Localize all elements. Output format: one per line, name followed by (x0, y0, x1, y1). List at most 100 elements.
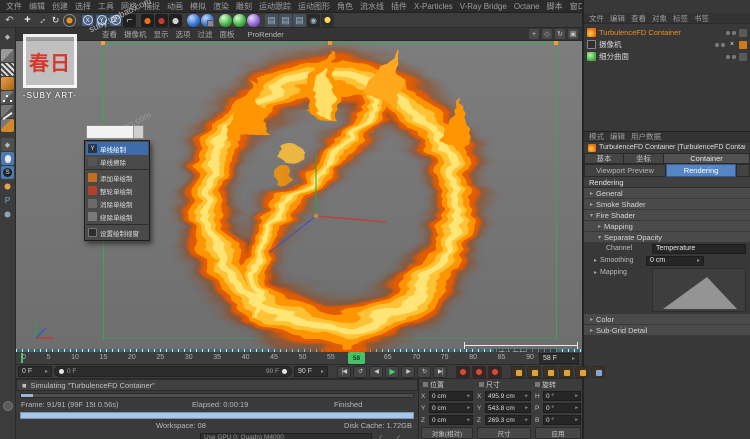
apply-button[interactable]: 应用 (535, 427, 581, 439)
popup-item-5[interactable]: 绕除单绘制 (86, 210, 148, 223)
popup-search-field[interactable] (86, 125, 144, 139)
axis-gizmo[interactable] (264, 148, 394, 258)
subtab-viewport-preview[interactable]: Viewport Preview (584, 164, 666, 177)
menu-window[interactable]: 窗口 (570, 1, 582, 12)
vp-menu-display[interactable]: 显示 (154, 29, 169, 40)
object-tag-icon[interactable] (739, 28, 747, 37)
enable-axis-icon[interactable] (1, 138, 14, 151)
am-menu-edit[interactable]: 编辑 (610, 131, 625, 142)
transform-icon[interactable] (1, 30, 14, 43)
coord-space-dropdown[interactable]: 尺寸 (477, 427, 531, 439)
range-slider[interactable]: 0 F 90 F (54, 366, 292, 377)
undo-icon[interactable] (3, 14, 16, 27)
phong-tag-icon[interactable] (739, 52, 747, 61)
popup-item-2[interactable]: 添加单绘制 (86, 171, 148, 184)
section-mapping[interactable]: Mapping (584, 221, 750, 231)
quantize-icon[interactable] (1, 194, 14, 207)
om-menu-view[interactable]: 查看 (631, 13, 646, 24)
menu-animate[interactable]: 动画 (167, 1, 183, 12)
rotation-b-field[interactable]: 0 ° ▸ (543, 415, 581, 425)
scale-tool-icon[interactable] (35, 14, 48, 27)
material-add-icon[interactable] (233, 13, 246, 27)
key-rotation-button[interactable] (543, 365, 557, 378)
play-reverse-button[interactable]: ↺ (353, 365, 367, 378)
model-mode-icon[interactable] (1, 49, 14, 62)
object-row-turbulencefd[interactable]: TurbulenceFD Container (584, 27, 750, 38)
polygons-mode-icon[interactable] (1, 119, 14, 132)
vp-menu-cameras[interactable]: 摄像机 (124, 29, 147, 40)
material-icon[interactable] (219, 13, 232, 27)
viewport[interactable]: 查看 摄像机 显示 选项 过滤 面板 ProRender + ◇ ↻ ▣ 网格间… (16, 28, 582, 352)
tab-container[interactable]: Container (664, 153, 750, 164)
menu-script[interactable]: 脚本 (547, 1, 563, 12)
key-pla-button[interactable] (575, 365, 589, 378)
rotation-h-field[interactable]: 0 ° ▸ (543, 391, 581, 401)
workplane-lock-icon[interactable] (1, 180, 14, 193)
menu-render[interactable]: 渲染 (213, 1, 229, 12)
menu-character[interactable]: 角色 (337, 1, 353, 12)
size-y-field[interactable]: 543.8 cm ▸ (485, 403, 531, 413)
timeline-ruler[interactable]: 051015202530354045505560657075808590 58 … (16, 352, 582, 365)
vp-menu-panel[interactable]: 面板 (220, 29, 235, 40)
points-mode-icon[interactable] (1, 91, 14, 104)
key-position-button[interactable] (511, 365, 525, 378)
section-fire-shader[interactable]: Fire Shader (584, 210, 750, 220)
display-mode-icon[interactable] (265, 13, 278, 27)
menu-create[interactable]: 创建 (52, 1, 68, 12)
om-menu-bookmarks[interactable]: 书签 (694, 13, 709, 24)
team-render-icon[interactable] (169, 13, 182, 27)
magnet-icon[interactable] (1, 208, 14, 221)
status-corner-icon[interactable] (3, 401, 13, 411)
texture-mode-icon[interactable] (1, 63, 14, 76)
section-color[interactable]: Color (584, 314, 750, 324)
om-menu-objects[interactable]: 对象 (652, 13, 667, 24)
visibility-dots[interactable] (726, 30, 736, 35)
range-handle-right[interactable] (282, 369, 287, 374)
autokeying-button[interactable] (472, 365, 486, 378)
vp-menu-options[interactable]: 选项 (176, 29, 191, 40)
am-menu-mode[interactable]: 模式 (589, 131, 604, 142)
workplane-mode-icon[interactable] (1, 77, 14, 90)
popup-item-6[interactable]: 设置绘制视窗 (86, 226, 148, 239)
menu-xparticles[interactable]: X-Particles (414, 2, 453, 11)
keyframe-selection-button[interactable] (488, 365, 502, 378)
viewport-solo-icon[interactable] (1, 152, 14, 165)
record-keyframe-button[interactable] (456, 365, 470, 378)
vp-menu-view[interactable]: 查看 (102, 29, 117, 40)
render-settings-icon[interactable] (201, 13, 214, 27)
pan-view-icon[interactable]: + (529, 29, 539, 39)
position-z-field[interactable]: 0 cm ▸ (429, 415, 473, 425)
vp-menu-filter[interactable]: 过滤 (198, 29, 213, 40)
vp-menu-prorender[interactable]: ProRender (248, 30, 284, 39)
grid-icon[interactable] (293, 13, 306, 27)
visibility-dots[interactable] (715, 42, 725, 47)
keyframe-preset-button[interactable] (591, 365, 605, 378)
popup-search-input[interactable] (87, 126, 133, 138)
menu-file[interactable]: 文件 (6, 1, 22, 12)
section-sub-grid-detail[interactable]: Sub-Grid Detail (584, 325, 750, 335)
option-checkbox[interactable]: ✓ (378, 433, 383, 439)
menu-plugins[interactable]: 插件 (391, 1, 407, 12)
menu-vray[interactable]: V-Ray Bridge (460, 2, 507, 11)
option-checkbox[interactable]: ✓ (396, 433, 401, 439)
render-view-icon[interactable] (187, 13, 200, 27)
simulate-icon[interactable] (141, 13, 154, 27)
toggle-view-icon[interactable]: ▣ (568, 29, 578, 39)
composition-tag-icon[interactable] (739, 40, 747, 49)
stop-icon[interactable]: ■ (22, 381, 27, 390)
next-frame-button[interactable]: ▶ (401, 365, 415, 378)
coord-mode-dropdown[interactable]: 对象(相对) (421, 427, 473, 439)
snap-icon[interactable] (1, 166, 14, 179)
menu-pipeline[interactable]: 流水线 (360, 1, 384, 12)
edges-mode-icon[interactable] (1, 105, 14, 118)
menu-edit[interactable]: 编辑 (29, 1, 45, 12)
popup-item-0[interactable]: Y 单线绘制 (86, 142, 148, 155)
popup-item-1[interactable]: 单线擦除 (86, 155, 148, 168)
section-general[interactable]: General (584, 188, 750, 198)
loop-button[interactable]: ↻ (417, 365, 431, 378)
mapping-curve-preview[interactable] (652, 268, 746, 312)
object-row-camera[interactable]: 摄像机 × (584, 39, 750, 50)
goto-start-button[interactable]: |◀ (337, 365, 351, 378)
menu-tools[interactable]: 工具 (98, 1, 114, 12)
layout-icon[interactable] (279, 13, 292, 27)
